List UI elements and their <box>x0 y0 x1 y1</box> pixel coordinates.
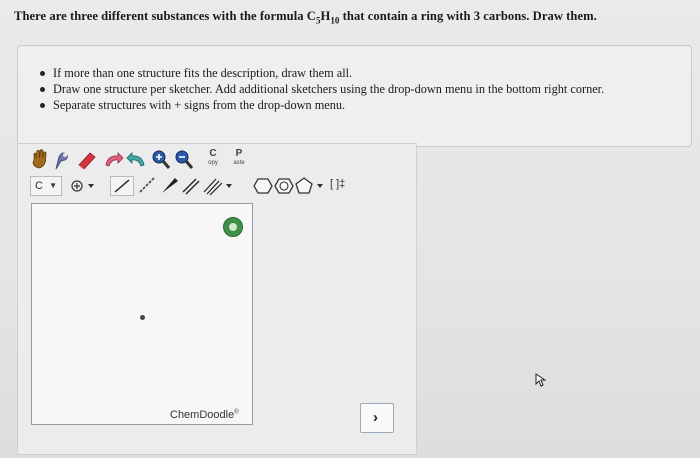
element-selector[interactable]: C ▼ <box>30 176 62 196</box>
triple-bond-icon[interactable] <box>202 176 236 201</box>
double-bond-icon[interactable] <box>180 176 202 201</box>
single-bond-tool[interactable] <box>110 176 134 196</box>
copy-button[interactable]: C opy <box>202 148 224 167</box>
pentagon-ring-icon[interactable] <box>294 176 328 201</box>
charge-tool[interactable] <box>68 176 100 196</box>
sketcher-toolbar-bottom: C ▼ [ ]‡ <box>30 176 360 198</box>
instructions-box: If more than one structure fits the desc… <box>17 45 692 147</box>
chevron-down-icon: ▼ <box>49 181 57 190</box>
question-part: There are three different substances wit… <box>14 9 316 23</box>
question-part: that contain a ring with 3 carbons. Draw… <box>339 9 597 23</box>
drawing-canvas[interactable] <box>31 203 253 425</box>
sketcher-toolbar-top: C opy P aste <box>30 148 260 172</box>
brand-mark: ® <box>234 409 239 416</box>
question-part: H <box>320 9 331 23</box>
question-text: There are three different substances wit… <box>14 9 694 26</box>
element-label: C <box>35 180 43 192</box>
chemdoodle-brand: ChemDoodle® <box>170 409 239 421</box>
paste-sublabel: aste <box>233 160 245 166</box>
hashed-bond-icon[interactable] <box>136 176 158 201</box>
copy-sublabel: opy <box>208 160 218 166</box>
instructions-list: If more than one structure fits the desc… <box>39 65 605 113</box>
charge-bracket-tool[interactable]: [ ]‡ <box>330 178 345 190</box>
redo-icon[interactable] <box>126 151 148 174</box>
add-sketcher-dropdown[interactable]: › <box>360 403 394 433</box>
paste-button[interactable]: P aste <box>228 148 250 167</box>
copy-label: C <box>209 148 217 159</box>
check-badge-icon[interactable] <box>223 217 243 237</box>
undo-icon[interactable] <box>102 151 124 174</box>
wedge-bond-icon[interactable] <box>158 176 180 201</box>
zoom-in-icon[interactable] <box>151 149 171 176</box>
canvas-dot <box>140 315 145 320</box>
paste-label: P <box>235 148 243 159</box>
hexagon-ring-icon[interactable] <box>252 176 274 201</box>
lasso-icon[interactable] <box>52 149 72 176</box>
instruction-item: Separate structures with + signs from th… <box>39 97 604 113</box>
hand-icon[interactable] <box>30 148 50 175</box>
benzene-ring-icon[interactable] <box>273 176 295 201</box>
mouse-cursor-icon <box>535 373 549 392</box>
eraser-icon[interactable] <box>76 150 98 175</box>
instruction-item: Draw one structure per sketcher. Add add… <box>39 82 605 96</box>
instruction-item: If more than one structure fits the desc… <box>39 65 604 81</box>
chevron-right-icon: › <box>373 409 378 426</box>
zoom-out-icon[interactable] <box>174 149 194 176</box>
brand-label: ChemDoodle <box>170 409 235 421</box>
